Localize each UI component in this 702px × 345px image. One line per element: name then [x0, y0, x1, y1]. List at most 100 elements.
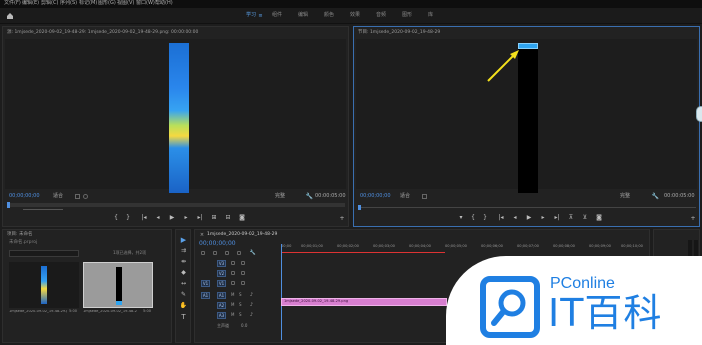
track-a2-toggle[interactable]: A2: [217, 302, 226, 309]
mute-a2-button[interactable]: M: [231, 303, 234, 307]
source-fit-select[interactable]: 适合: [53, 194, 63, 199]
menu-graphics[interactable]: 图形(G): [98, 1, 116, 6]
workspace-menu-icon[interactable]: ≡: [258, 13, 263, 19]
selection-tool-icon[interactable]: ▶: [180, 236, 187, 244]
tab-effects[interactable]: 效果: [350, 13, 360, 18]
tab-editing[interactable]: 编辑: [298, 13, 308, 18]
close-icon[interactable]: ×: [199, 232, 205, 238]
source-fit-dropdown-icon[interactable]: [75, 194, 80, 199]
tab-libraries[interactable]: 库: [428, 13, 433, 18]
razor-tool-icon[interactable]: ◆: [180, 269, 187, 276]
nest-icon[interactable]: [201, 251, 205, 255]
project-item-thumbnail[interactable]: [9, 262, 79, 308]
project-sequence-name[interactable]: 1mjsede_2020-09-02_19-48-29: [83, 310, 137, 314]
hand-tool-icon[interactable]: ✋: [180, 302, 187, 309]
project-search-input[interactable]: [9, 250, 79, 257]
add-marker-icon[interactable]: ▾: [458, 214, 464, 221]
mark-in-icon[interactable]: {: [113, 214, 119, 221]
insert-icon[interactable]: ⊞: [211, 214, 217, 221]
tab-color[interactable]: 颜色: [324, 13, 334, 18]
master-volume-value[interactable]: 0.0: [241, 324, 247, 328]
mic-icon[interactable]: ♪: [249, 312, 254, 318]
slip-tool-icon[interactable]: ↔: [180, 280, 187, 287]
lift-icon[interactable]: ⊼: [568, 214, 574, 221]
program-go-to-in-icon[interactable]: |◂: [498, 214, 504, 221]
program-step-forward-icon[interactable]: ▸: [540, 214, 546, 221]
tab-graphics[interactable]: 图形: [402, 13, 412, 18]
timeline-clip[interactable]: 1mjsede_2020-09-02_19-48-29.png: [281, 298, 447, 306]
menu-help[interactable]: 帮助(H): [155, 1, 173, 6]
type-tool-icon[interactable]: T: [180, 313, 187, 321]
program-playhead[interactable]: [358, 205, 361, 210]
solo-a1-button[interactable]: S: [239, 293, 242, 297]
track-a1-toggle[interactable]: A1: [217, 292, 226, 299]
marker-icon[interactable]: [237, 251, 241, 255]
mic-icon[interactable]: ♪: [249, 302, 254, 308]
source-zoom-select[interactable]: 完整: [275, 194, 285, 199]
tab-assembly[interactable]: 组件: [272, 13, 282, 18]
mic-icon[interactable]: ♪: [249, 292, 254, 298]
go-to-in-icon[interactable]: |◂: [141, 214, 147, 221]
tab-audio[interactable]: 音频: [376, 13, 386, 18]
sync-lock-icon[interactable]: [231, 281, 235, 285]
ripple-edit-tool-icon[interactable]: ⇹: [180, 258, 187, 265]
mark-out-icon[interactable]: }: [125, 214, 131, 221]
sync-lock-icon[interactable]: [231, 261, 235, 265]
program-fit-select[interactable]: 适合: [400, 194, 410, 199]
source-patch-v1[interactable]: V1: [201, 280, 210, 287]
mute-a3-button[interactable]: M: [231, 313, 234, 317]
export-frame-icon[interactable]: ◙: [239, 214, 245, 221]
program-timecode-in[interactable]: 00;00;00;00: [360, 194, 391, 199]
track-v2-toggle[interactable]: V2: [217, 270, 226, 277]
menu-clip[interactable]: 剪辑(C): [41, 1, 58, 6]
track-v3-toggle[interactable]: V3: [217, 260, 226, 267]
menu-window[interactable]: 窗口(W): [136, 1, 155, 6]
menu-sequence[interactable]: 序列(S): [60, 1, 77, 6]
program-fit-dropdown-icon[interactable]: [422, 194, 427, 199]
timeline-ruler[interactable]: 00;00 00;00;01;00 00;00;02;00 00;00;03;0…: [281, 244, 647, 254]
program-wrench-icon[interactable]: 🔧: [652, 193, 659, 200]
source-add-button-icon[interactable]: +: [339, 215, 345, 222]
tab-learn[interactable]: 学习: [246, 13, 256, 18]
play-icon[interactable]: ▶: [169, 214, 175, 221]
program-scrubber[interactable]: [358, 207, 696, 208]
extract-icon[interactable]: ⊻: [582, 214, 588, 221]
source-playhead[interactable]: [7, 202, 10, 208]
home-icon[interactable]: [6, 12, 14, 20]
side-panel-toggle[interactable]: [696, 106, 702, 122]
program-go-to-out-icon[interactable]: ▸|: [554, 214, 560, 221]
program-monitor-view[interactable]: [356, 39, 697, 193]
source-timecode-in[interactable]: 00;00;00;00: [9, 194, 40, 199]
wrench-icon[interactable]: 🔧: [306, 193, 313, 200]
menu-marker[interactable]: 标记(M): [79, 1, 97, 6]
track-select-tool-icon[interactable]: ⇉: [180, 247, 187, 254]
source-zoom-bar[interactable]: [23, 209, 63, 210]
toggle-output-icon[interactable]: [241, 281, 245, 285]
go-to-out-icon[interactable]: ▸|: [197, 214, 203, 221]
project-sequence-thumbnail[interactable]: [83, 262, 153, 308]
pen-tool-icon[interactable]: ✎: [180, 291, 187, 298]
snap-icon[interactable]: [213, 251, 217, 255]
program-zoom-select[interactable]: 完整: [620, 194, 630, 199]
program-play-icon[interactable]: ▶: [526, 214, 532, 221]
track-a3-toggle[interactable]: A3: [217, 312, 226, 319]
timeline-playhead[interactable]: [281, 244, 282, 340]
linked-selection-icon[interactable]: [225, 251, 229, 255]
timeline-timecode[interactable]: 00;00;00;00: [199, 241, 236, 247]
sync-lock-icon[interactable]: [231, 271, 235, 275]
menu-view[interactable]: 视图(V): [117, 1, 134, 6]
solo-a3-button[interactable]: S: [239, 313, 242, 317]
timeline-title[interactable]: 1mjsede_2020-09-02_19-48-29: [207, 232, 277, 238]
timeline-settings-icon[interactable]: 🔧: [250, 250, 256, 256]
solo-a2-button[interactable]: S: [239, 303, 242, 307]
step-back-icon[interactable]: ◂: [155, 214, 161, 221]
program-export-frame-icon[interactable]: ◙: [596, 214, 602, 221]
source-scrubber[interactable]: [7, 203, 345, 207]
menu-edit[interactable]: 编辑(E): [22, 1, 39, 6]
program-step-back-icon[interactable]: ◂: [512, 214, 518, 221]
project-item-name[interactable]: 1mjsede_2020-09-02_19-48-29.png: [9, 310, 67, 314]
step-forward-icon[interactable]: ▸: [183, 214, 189, 221]
mute-a1-button[interactable]: M: [231, 293, 234, 297]
overwrite-icon[interactable]: ⊟: [225, 214, 231, 221]
program-mark-in-icon[interactable]: {: [470, 214, 476, 221]
